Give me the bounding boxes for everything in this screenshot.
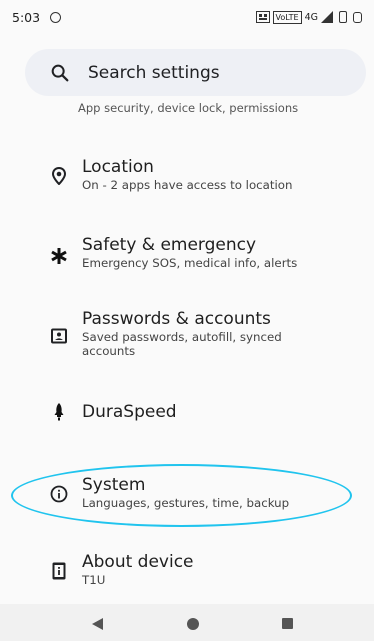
search-placeholder: Search settings — [88, 62, 220, 83]
settings-item-system[interactable]: System Languages, gestures, time, backup — [0, 474, 374, 518]
volte-icon: VoLTE — [272, 10, 302, 24]
home-icon[interactable] — [187, 618, 199, 630]
recents-icon[interactable] — [282, 618, 293, 629]
device-info-icon — [48, 560, 70, 582]
navigation-bar — [0, 604, 374, 641]
search-bar[interactable]: Search settings — [25, 49, 366, 96]
settings-item-title: Location — [82, 157, 154, 177]
settings-item-safety-emergency[interactable]: Safety & emergency Emergency SOS, medica… — [0, 234, 374, 278]
settings-item-about-device[interactable]: About device T1U — [0, 551, 374, 595]
settings-item-duraspeed[interactable]: DuraSpeed — [0, 399, 374, 427]
settings-item-title: DuraSpeed — [82, 402, 177, 422]
sd-card-icon — [339, 11, 347, 23]
settings-item-passwords-accounts[interactable]: Passwords & accounts Saved passwords, au… — [0, 308, 374, 368]
search-icon — [51, 64, 69, 81]
settings-item-subtitle: Languages, gestures, time, backup — [82, 496, 290, 510]
settings-item-subtitle: T1U — [82, 573, 106, 587]
info-icon — [48, 483, 70, 505]
status-time: 5:03 — [12, 9, 41, 25]
account-box-icon — [48, 325, 70, 347]
security-item-subtitle[interactable]: App security, device lock, permissions — [78, 102, 298, 115]
back-icon[interactable] — [92, 618, 104, 630]
settings-item-subtitle: Emergency SOS, medical info, alerts — [82, 256, 298, 270]
settings-item-title: System — [82, 475, 146, 495]
rocket-icon — [48, 401, 70, 423]
status-icons: VoLTE 4G — [255, 10, 362, 24]
settings-item-title: Safety & emergency — [82, 235, 257, 255]
signal-icon — [321, 11, 333, 23]
battery-icon — [353, 11, 362, 23]
status-bar: 5:03 VoLTE 4G — [0, 0, 374, 34]
settings-item-location[interactable]: Location On - 2 apps have access to loca… — [0, 156, 374, 200]
settings-item-subtitle: On - 2 apps have access to location — [82, 178, 293, 192]
notification-icon — [50, 11, 62, 23]
network-type: 4G — [304, 11, 318, 23]
settings-item-subtitle-line2: accounts — [82, 344, 136, 358]
location-pin-icon — [48, 165, 70, 187]
settings-item-title: Passwords & accounts — [82, 309, 271, 329]
asterisk-icon — [48, 245, 70, 267]
settings-item-title: About device — [82, 552, 194, 572]
settings-item-subtitle: Saved passwords, autofill, synced — [82, 330, 282, 344]
sim-icon — [255, 11, 270, 23]
